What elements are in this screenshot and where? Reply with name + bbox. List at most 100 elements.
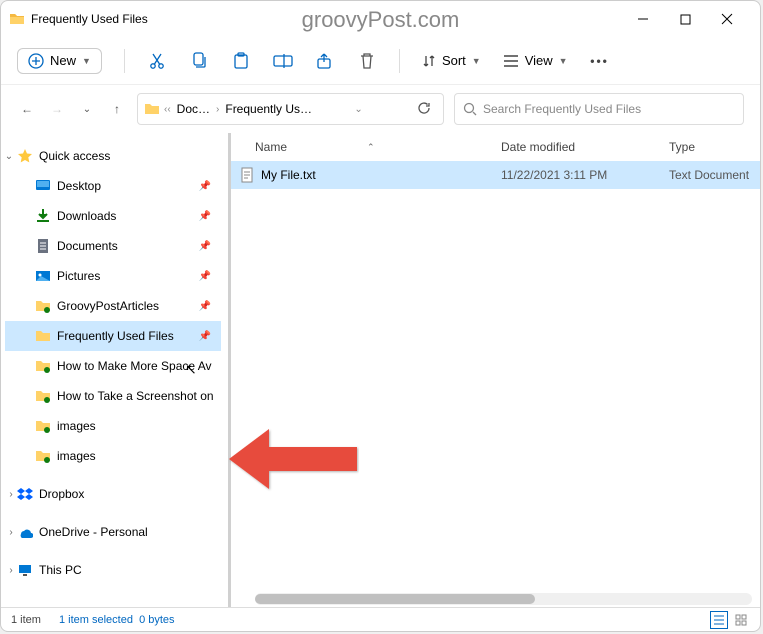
column-date[interactable]: Date modified bbox=[501, 140, 669, 154]
desktop-icon bbox=[35, 178, 51, 194]
nav-item-frequently-used-files[interactable]: Frequently Used Files 📌 bbox=[5, 321, 221, 351]
pin-icon[interactable]: 📌 bbox=[199, 211, 217, 222]
nav-label: Pictures bbox=[57, 269, 100, 283]
pin-icon[interactable]: 📌 bbox=[199, 331, 217, 342]
nav-item-desktop[interactable]: Desktop 📌 bbox=[5, 171, 221, 201]
search-icon bbox=[463, 102, 477, 116]
nav-item-images-2[interactable]: images bbox=[5, 441, 221, 471]
forward-button[interactable]: → bbox=[47, 99, 67, 119]
download-icon bbox=[35, 208, 51, 224]
pin-icon[interactable]: 📌 bbox=[199, 301, 217, 312]
nav-item-pictures[interactable]: Pictures 📌 bbox=[5, 261, 221, 291]
breadcrumb-seg[interactable]: Frequently Us… bbox=[223, 102, 314, 116]
folder-icon bbox=[144, 101, 160, 117]
search-input[interactable]: Search Frequently Used Files bbox=[454, 93, 744, 125]
nav-item-how-to-screenshot[interactable]: How to Take a Screenshot on bbox=[5, 381, 221, 411]
breadcrumb-seg[interactable]: Doc… bbox=[175, 102, 212, 116]
details-view-button[interactable] bbox=[710, 611, 728, 629]
pictures-icon bbox=[35, 268, 51, 284]
delete-button[interactable] bbox=[357, 51, 377, 71]
folder-icon bbox=[9, 11, 25, 27]
text-file-icon bbox=[239, 167, 255, 183]
nav-item-documents[interactable]: Documents 📌 bbox=[5, 231, 221, 261]
thumbnails-view-button[interactable] bbox=[732, 611, 750, 629]
column-name[interactable]: Name ⌃ bbox=[255, 140, 501, 154]
pin-icon[interactable]: 📌 bbox=[199, 271, 217, 282]
chevron-down-icon: ▼ bbox=[559, 56, 568, 66]
nav-item-images-1[interactable]: images bbox=[5, 411, 221, 441]
chevron-right-icon: › bbox=[216, 104, 219, 115]
file-type: Text Document bbox=[669, 168, 749, 182]
quick-access-header[interactable]: ⌄ Quick access bbox=[5, 141, 221, 171]
nav-item-this-pc[interactable]: › This PC bbox=[5, 555, 221, 585]
folder-icon bbox=[35, 358, 51, 374]
copy-button[interactable] bbox=[189, 51, 209, 71]
nav-label: Desktop bbox=[57, 179, 101, 193]
chevron-left-icon[interactable]: ‹‹ bbox=[164, 104, 171, 115]
sort-indicator-icon: ⌃ bbox=[367, 142, 375, 153]
window-title: Frequently Used Files bbox=[31, 12, 148, 26]
nav-label: OneDrive - Personal bbox=[39, 525, 148, 539]
file-row[interactable]: My File.txt 11/22/2021 3:11 PM Text Docu… bbox=[231, 161, 760, 189]
up-button[interactable]: ↑ bbox=[107, 99, 127, 119]
chevron-down-icon: ▼ bbox=[472, 56, 481, 66]
nav-label: images bbox=[57, 419, 96, 433]
file-list: Name ⌃ Date modified Type My File.txt 11… bbox=[231, 133, 760, 607]
nav-label: How to Make More Space Av bbox=[57, 359, 212, 373]
address-row: ← → ⌄ ↑ ‹‹ Doc… › Frequently Us… ⌄ Searc… bbox=[1, 85, 760, 133]
status-selected: 1 item selected bbox=[59, 614, 133, 626]
column-type[interactable]: Type bbox=[669, 140, 695, 154]
pin-icon[interactable]: 📌 bbox=[199, 181, 217, 192]
titlebar: Frequently Used Files groovyPost.com bbox=[1, 1, 760, 37]
quick-access-label: Quick access bbox=[39, 149, 110, 163]
status-bar: 1 item 1 item selected 0 bytes bbox=[1, 607, 760, 631]
document-icon bbox=[35, 238, 51, 254]
maximize-button[interactable] bbox=[678, 12, 692, 26]
nav-label: Dropbox bbox=[39, 487, 84, 501]
nav-item-dropbox[interactable]: › Dropbox bbox=[5, 479, 221, 509]
close-button[interactable] bbox=[720, 12, 734, 26]
refresh-button[interactable] bbox=[411, 101, 437, 118]
recent-chevron[interactable]: ⌄ bbox=[77, 99, 97, 119]
expand-icon[interactable]: › bbox=[5, 489, 17, 500]
collapse-icon[interactable]: ⌄ bbox=[3, 151, 15, 162]
folder-icon bbox=[35, 448, 51, 464]
new-button[interactable]: New ▼ bbox=[17, 48, 102, 74]
star-icon bbox=[17, 148, 33, 164]
nav-label: Downloads bbox=[57, 209, 116, 223]
address-bar[interactable]: ‹‹ Doc… › Frequently Us… ⌄ bbox=[137, 93, 444, 125]
expand-icon[interactable]: › bbox=[5, 565, 17, 576]
pin-icon[interactable]: 📌 bbox=[199, 241, 217, 252]
new-button-label: New bbox=[50, 53, 76, 68]
watermark: groovyPost.com bbox=[302, 7, 460, 33]
nav-item-downloads[interactable]: Downloads 📌 bbox=[5, 201, 221, 231]
navigation-pane: ⌄ Quick access Desktop 📌 Downloads 📌 Doc… bbox=[1, 133, 225, 607]
expand-icon[interactable]: › bbox=[5, 527, 17, 538]
rename-button[interactable] bbox=[273, 51, 293, 71]
chevron-down-icon: ▼ bbox=[82, 56, 91, 66]
status-item-count: 1 item bbox=[11, 614, 41, 626]
separator bbox=[399, 49, 400, 73]
chevron-down-icon[interactable]: ⌄ bbox=[354, 104, 362, 115]
horizontal-scrollbar[interactable] bbox=[255, 593, 752, 605]
view-button[interactable]: View ▼ bbox=[503, 53, 568, 68]
nav-label: images bbox=[57, 449, 96, 463]
scrollbar-thumb[interactable] bbox=[255, 594, 535, 604]
paste-button[interactable] bbox=[231, 51, 251, 71]
file-name: My File.txt bbox=[261, 168, 316, 182]
nav-item-onedrive[interactable]: › OneDrive - Personal bbox=[5, 517, 221, 547]
cut-button[interactable] bbox=[147, 51, 167, 71]
minimize-button[interactable] bbox=[636, 12, 650, 26]
nav-item-how-to-space[interactable]: How to Make More Space Av bbox=[5, 351, 221, 381]
toolbar: New ▼ Sort ▼ View ▼ ••• bbox=[1, 37, 760, 85]
nav-item-groovypostarticles[interactable]: GroovyPostArticles 📌 bbox=[5, 291, 221, 321]
nav-label: How to Take a Screenshot on bbox=[57, 389, 214, 403]
column-headers: Name ⌃ Date modified Type bbox=[231, 133, 760, 161]
sort-button[interactable]: Sort ▼ bbox=[422, 53, 481, 68]
share-button[interactable] bbox=[315, 51, 335, 71]
dropbox-icon bbox=[17, 486, 33, 502]
back-button[interactable]: ← bbox=[17, 99, 37, 119]
plus-circle-icon bbox=[28, 53, 44, 69]
nav-label: This PC bbox=[39, 563, 82, 577]
more-button[interactable]: ••• bbox=[590, 51, 610, 71]
